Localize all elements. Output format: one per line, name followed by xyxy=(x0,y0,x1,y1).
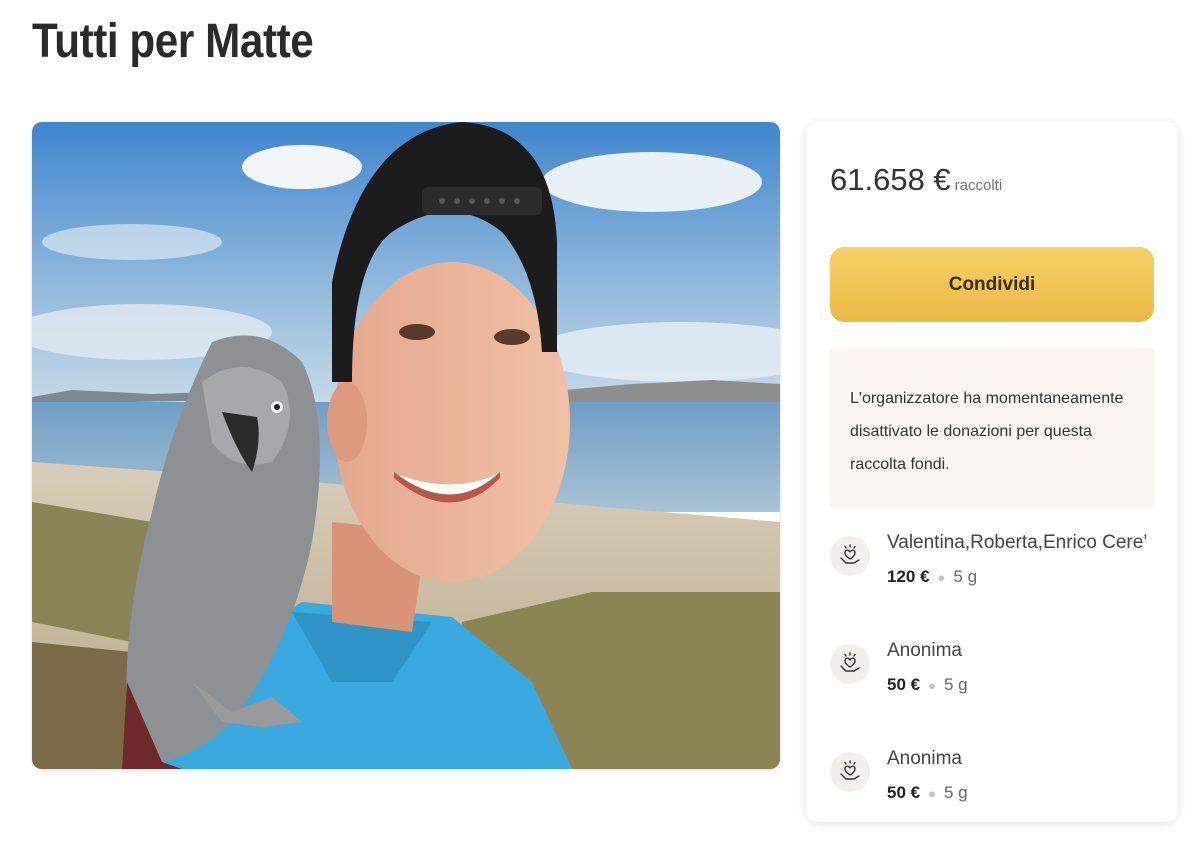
donation-amount: 50 € xyxy=(887,675,921,694)
donation-amount: 50 € xyxy=(887,783,921,802)
donations-disabled-notice: L'organizzatore ha momentaneamente disat… xyxy=(830,348,1154,508)
donation-meta: 50 € ● 5 g xyxy=(887,783,968,803)
share-button[interactable]: Condividi xyxy=(830,247,1154,322)
raised-summary: 61.658 € raccolti xyxy=(830,162,1002,198)
donor-name: Valentina,Roberta,Enrico Cere’ xyxy=(887,532,1148,553)
page-title: Tutti per Matte xyxy=(32,15,314,68)
donation-time: 5 g xyxy=(943,675,968,694)
campaign-cover-image xyxy=(32,122,780,769)
heart-hand-icon xyxy=(830,644,870,684)
donation-time: 5 g xyxy=(953,567,978,586)
donation-item: Anonima 50 € ● 5 g xyxy=(830,640,1154,748)
donation-amount: 120 € xyxy=(887,567,930,586)
donor-name: Anonima xyxy=(887,640,962,661)
donor-name: Anonima xyxy=(887,748,962,769)
donation-meta: 50 € ● 5 g xyxy=(887,675,968,695)
recent-donations-list: Valentina,Roberta,Enrico Cere’ 120 € ● 5 g… xyxy=(830,532,1154,856)
separator-dot: ● xyxy=(928,678,936,693)
raised-amount: 61.658 € xyxy=(830,162,951,197)
cover-photo-illustration xyxy=(32,122,780,769)
heart-hand-icon xyxy=(830,536,870,576)
separator-dot: ● xyxy=(937,570,946,585)
donation-item: Anonima 50 € ● 5 g xyxy=(830,748,1154,856)
donation-item: Valentina,Roberta,Enrico Cere’ 120 € ● 5 g xyxy=(830,532,1154,640)
separator-dot: ● xyxy=(928,786,936,801)
donation-meta: 120 € ● 5 g xyxy=(887,567,977,587)
donation-panel: 61.658 € raccolti Condividi L'organizzato… xyxy=(806,122,1178,822)
raised-label: raccolti xyxy=(954,177,1003,194)
donation-time: 5 g xyxy=(943,783,968,802)
heart-hand-icon xyxy=(830,752,870,792)
